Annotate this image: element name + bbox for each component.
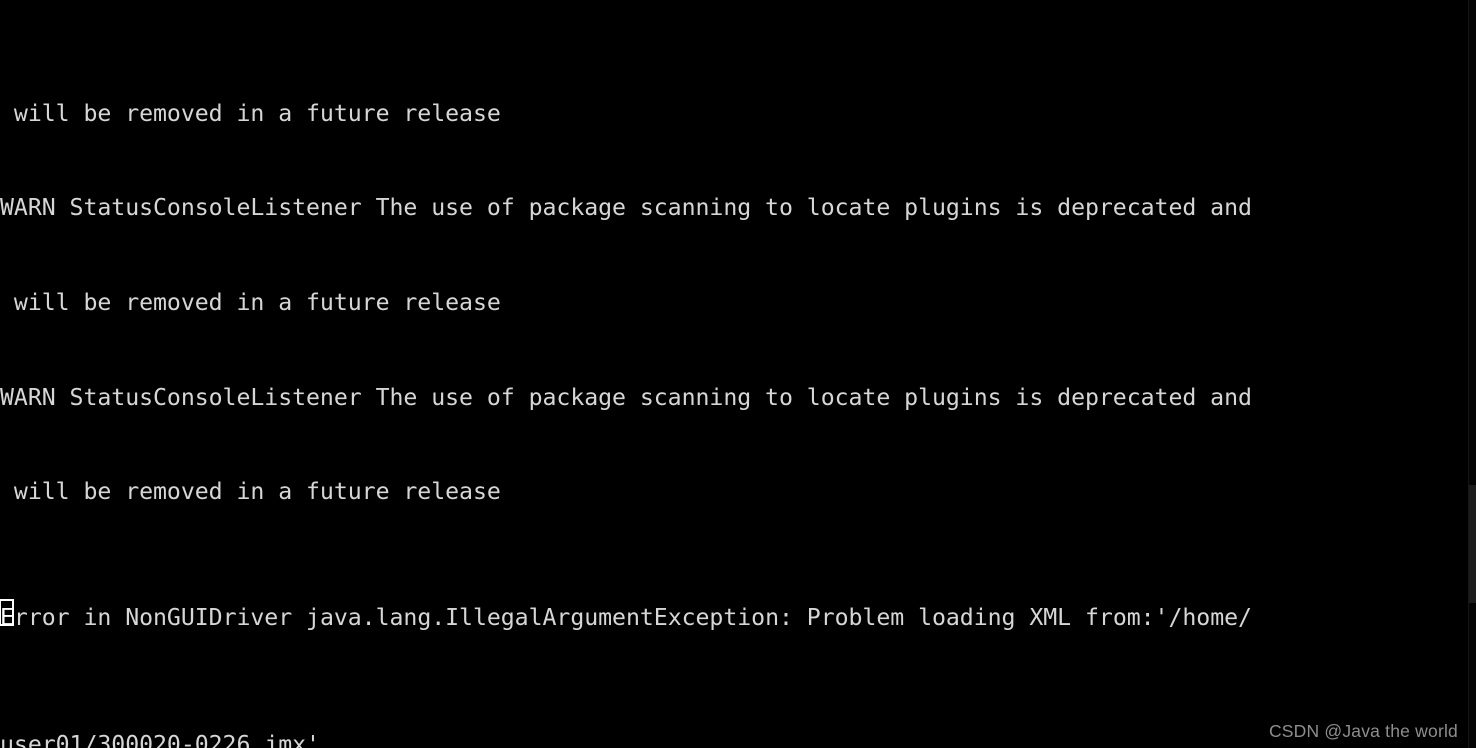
console-line-with-cursor: Error in NonGUIDriver java.lang.IllegalA… [0,598,1476,634]
text-cursor[interactable]: E [0,598,14,634]
console-line: will be removed in a future release [0,288,501,316]
console-line: will be removed in a future release [0,99,501,127]
scrollbar-track[interactable] [1468,0,1476,748]
scrollbar-thumb[interactable] [1469,485,1476,603]
console-line: user01/300020-0226.jmx'. [0,730,334,748]
console-line-remainder: rror in NonGUIDriver java.lang.IllegalAr… [13,604,1252,632]
csdn-watermark: CSDN @Java the world [1268,721,1458,741]
console-line: will be removed in a future release [0,478,501,506]
terminal-window[interactable]: will be removed in a future release WARN… [0,0,1476,748]
console-output-region: will be removed in a future release WARN… [0,3,1476,748]
console-line: WARN StatusConsoleListener The use of pa… [0,383,1252,411]
console-line: WARN StatusConsoleListener The use of pa… [0,194,1252,222]
